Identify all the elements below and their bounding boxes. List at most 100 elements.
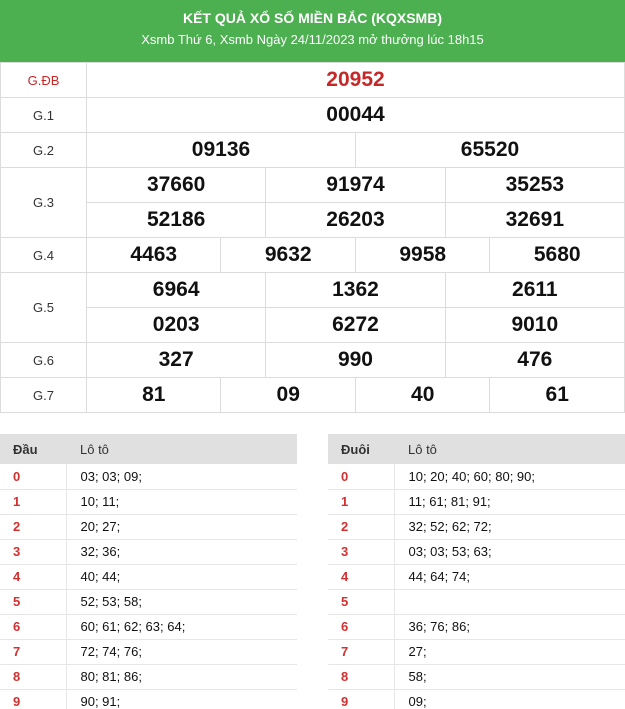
table-row: 4 40; 44; [0, 564, 297, 590]
page-header: KẾT QUẢ XỔ SỐ MIỀN BẮC (KQXSMB) Xsmb Thứ… [0, 0, 625, 62]
row-key: 1 [0, 489, 66, 515]
row-key: 3 [0, 539, 66, 565]
page-subtitle: Xsmb Thứ 6, Xsmb Ngày 24/11/2023 mở thưở… [141, 32, 484, 47]
prize-number: 327 [85, 342, 267, 378]
prize-row-g3b: 52186 26203 32691 [1, 202, 625, 238]
row-key: 5 [328, 589, 394, 615]
row-values: 32; 36; [65, 539, 297, 565]
row-values: 72; 74; 76; [65, 639, 297, 665]
prize-number: 2611 [444, 272, 625, 308]
row-values: 60; 61; 62; 63; 64; [65, 614, 297, 640]
row-values: 10; 20; 40; 60; 80; 90; [393, 464, 625, 490]
prize-label: G.4 [0, 237, 87, 273]
prize-number: 00044 [86, 97, 625, 133]
table-row: 7 72; 74; 76; [0, 639, 297, 665]
row-key: 9 [328, 689, 394, 709]
prize-number: 990 [265, 342, 446, 378]
table-row: 1 11; 61; 81; 91; [328, 489, 625, 515]
prize-label: G.6 [0, 342, 87, 378]
prize-row-g5: G.5 6964 1362 2611 [0, 272, 625, 343]
table-row: 0 03; 03; 09; [0, 464, 297, 490]
page-title: KẾT QUẢ XỔ SỐ MIỀN BẮC (KQXSMB) [182, 10, 442, 26]
duoi-header: Đuôi [328, 434, 394, 464]
table-row: 2 32; 52; 62; 72; [328, 514, 625, 540]
table-row: 8 58; [328, 664, 625, 690]
table-row: 5 [328, 589, 625, 615]
prize-row-g3: G.3 37660 91974 35253 [0, 167, 625, 238]
row-key: 1 [328, 489, 394, 515]
row-values: 52; 53; 58; [65, 589, 297, 615]
row-key: 6 [0, 614, 66, 640]
prize-number: 52186 [85, 202, 267, 238]
table-row: 3 32; 36; [0, 539, 297, 565]
loto-header: Lô tô [394, 434, 625, 464]
prize-number: 40 [354, 377, 491, 413]
table-row: 9 90; 91; [0, 689, 297, 709]
row-key: 9 [0, 689, 66, 709]
loto-header: Lô tô [66, 434, 297, 464]
prize-number: 20952 [86, 62, 625, 98]
dau-table: Đầu Lô tô 0 03; 03; 09; 1 10; 11; 2 20; 27; 3 3… [0, 434, 297, 709]
table-row: 4 44; 64; 74; [328, 564, 625, 590]
prize-number: 09 [220, 377, 356, 413]
row-values: 32; 52; 62; 72; [393, 514, 625, 540]
row-values: 11; 61; 81; 91; [393, 489, 625, 515]
table-row: 6 36; 76; 86; [328, 614, 625, 640]
row-values: 27; [393, 639, 625, 665]
table-row: 1 10; 11; [0, 489, 297, 515]
row-key: 8 [328, 664, 394, 690]
row-values: 20; 27; [65, 514, 297, 540]
row-key: 3 [328, 539, 394, 565]
table-row: 9 09; [328, 689, 625, 709]
prize-number: 9958 [354, 237, 491, 273]
prize-row-g6: G.6 327 990 476 [0, 342, 625, 378]
row-values: 03; 03; 09; [65, 464, 297, 490]
row-values: 58; [393, 664, 625, 690]
prize-number: 9632 [220, 237, 356, 273]
table-row: 7 27; [328, 639, 625, 665]
row-key: 2 [328, 514, 394, 540]
row-key: 2 [0, 514, 66, 540]
table-row: 0 10; 20; 40; 60; 80; 90; [328, 464, 625, 490]
prize-label: G.7 [0, 377, 87, 413]
row-key: 0 [0, 464, 66, 490]
table-row: 8 80; 81; 86; [0, 664, 297, 690]
row-key: 6 [328, 614, 394, 640]
table-row: 3 03; 03; 53; 63; [328, 539, 625, 565]
results-table: G.ĐB 20952 G.1 00044 G.2 09136 65520 G.3… [0, 62, 625, 413]
row-values: 36; 76; 86; [393, 614, 625, 640]
prize-number: 6964 [85, 272, 267, 308]
row-values: 90; 91; [65, 689, 297, 709]
row-values: 80; 81; 86; [65, 664, 297, 690]
prize-row-g2: G.2 09136 65520 [0, 132, 625, 168]
prize-label: G.2 [0, 132, 87, 168]
prize-number: 32691 [444, 202, 625, 238]
prize-number: 0203 [85, 307, 267, 343]
prize-label: G.ĐB [0, 62, 87, 98]
prize-number: 4463 [85, 237, 222, 273]
row-values: 10; 11; [65, 489, 297, 515]
prize-label: G.5 [0, 272, 87, 343]
prize-number: 37660 [85, 167, 267, 203]
prize-number: 35253 [444, 167, 625, 203]
prize-number: 476 [444, 342, 625, 378]
duoi-table: Đuôi Lô tô 0 10; 20; 40; 60; 80; 90; 1 11; … [328, 434, 625, 709]
row-key: 0 [328, 464, 394, 490]
prize-row-g7: G.7 81 09 40 61 [0, 377, 625, 413]
prize-number: 26203 [265, 202, 446, 238]
row-key: 4 [0, 564, 66, 590]
prize-number: 65520 [354, 132, 625, 168]
row-key: 7 [328, 639, 394, 665]
dau-header: Đầu [0, 434, 66, 464]
row-key: 4 [328, 564, 394, 590]
row-key: 8 [0, 664, 66, 690]
prize-row-g1: G.1 00044 [0, 97, 625, 133]
table-row: 6 60; 61; 62; 63; 64; [0, 614, 297, 640]
prize-number: 09136 [86, 132, 356, 168]
prize-number: 61 [489, 377, 625, 413]
prize-number: 1362 [265, 272, 446, 308]
prize-number: 5680 [489, 237, 625, 273]
prize-label: G.1 [0, 97, 87, 133]
prize-number: 9010 [444, 307, 625, 343]
prize-label: G.3 [0, 167, 87, 238]
